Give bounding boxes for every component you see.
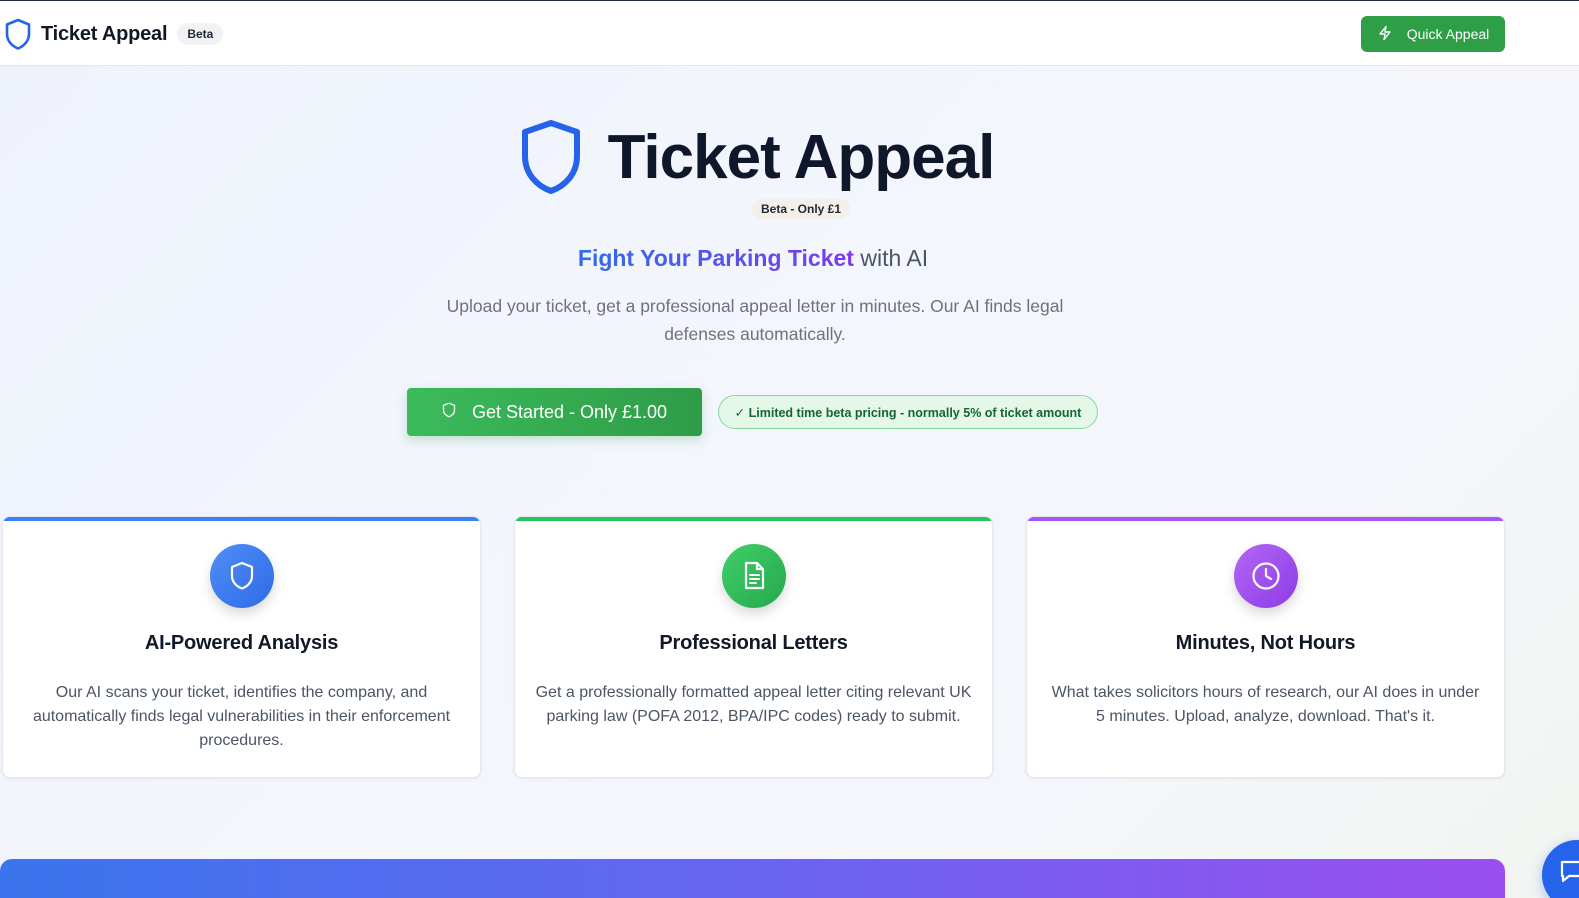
tagline-rest: with AI	[853, 245, 929, 271]
hero-heading: Ticket Appeal	[0, 118, 1514, 196]
bottom-gradient-banner	[0, 859, 1505, 898]
beta-price-pill: Beta - Only £1	[752, 199, 851, 219]
top-navbar: Ticket Appeal Beta Quick Appeal	[0, 0, 1579, 66]
get-started-button[interactable]: Get Started - Only £1.00	[407, 388, 702, 436]
brand-name: Ticket Appeal	[41, 22, 168, 45]
tagline-highlight: Fight Your Parking Ticket	[577, 245, 854, 271]
tagline: Fight Your Parking Ticket with AI	[0, 245, 1506, 272]
clock-icon	[1233, 544, 1298, 608]
hero-title: Ticket Appeal	[607, 122, 996, 192]
get-started-label: Get Started - Only £1.00	[471, 401, 668, 422]
shield-icon	[442, 402, 456, 423]
beta-pricing-note: ✓ Limited time beta pricing - normally 5…	[718, 395, 1098, 429]
feature-description: Get a professionally formatted appeal le…	[535, 684, 972, 725]
brand[interactable]: Ticket Appeal Beta	[4, 17, 224, 51]
feature-description: What takes solicitors hours of research,…	[1051, 684, 1480, 725]
shield-logo-icon	[4, 17, 32, 51]
chat-button[interactable]	[1542, 840, 1579, 898]
document-icon	[721, 544, 786, 608]
feature-title: Minutes, Not Hours	[1175, 632, 1356, 654]
card-accent-line	[3, 517, 480, 521]
feature-card-speed: Minutes, Not Hours What takes solicitors…	[1026, 516, 1505, 778]
shield-icon	[209, 544, 274, 608]
lightning-icon	[1377, 25, 1393, 44]
feature-title: AI-Powered Analysis	[144, 632, 339, 654]
card-accent-line	[515, 517, 992, 521]
beta-badge: Beta	[177, 23, 224, 45]
feature-card-analysis: AI-Powered Analysis Our AI scans your ti…	[2, 516, 481, 778]
chat-bubble-icon	[1558, 857, 1579, 888]
hero-subtitle: Upload your ticket, get a professional a…	[446, 296, 1064, 344]
feature-title: Professional Letters	[659, 632, 848, 654]
feature-description: Our AI scans your ticket, identifies the…	[32, 684, 451, 749]
card-accent-line	[1027, 517, 1504, 521]
quick-appeal-button[interactable]: Quick Appeal	[1361, 16, 1505, 52]
feature-card-letters: Professional Letters Get a professionall…	[514, 516, 993, 778]
shield-icon	[520, 118, 582, 196]
quick-appeal-label: Quick Appeal	[1406, 26, 1490, 42]
